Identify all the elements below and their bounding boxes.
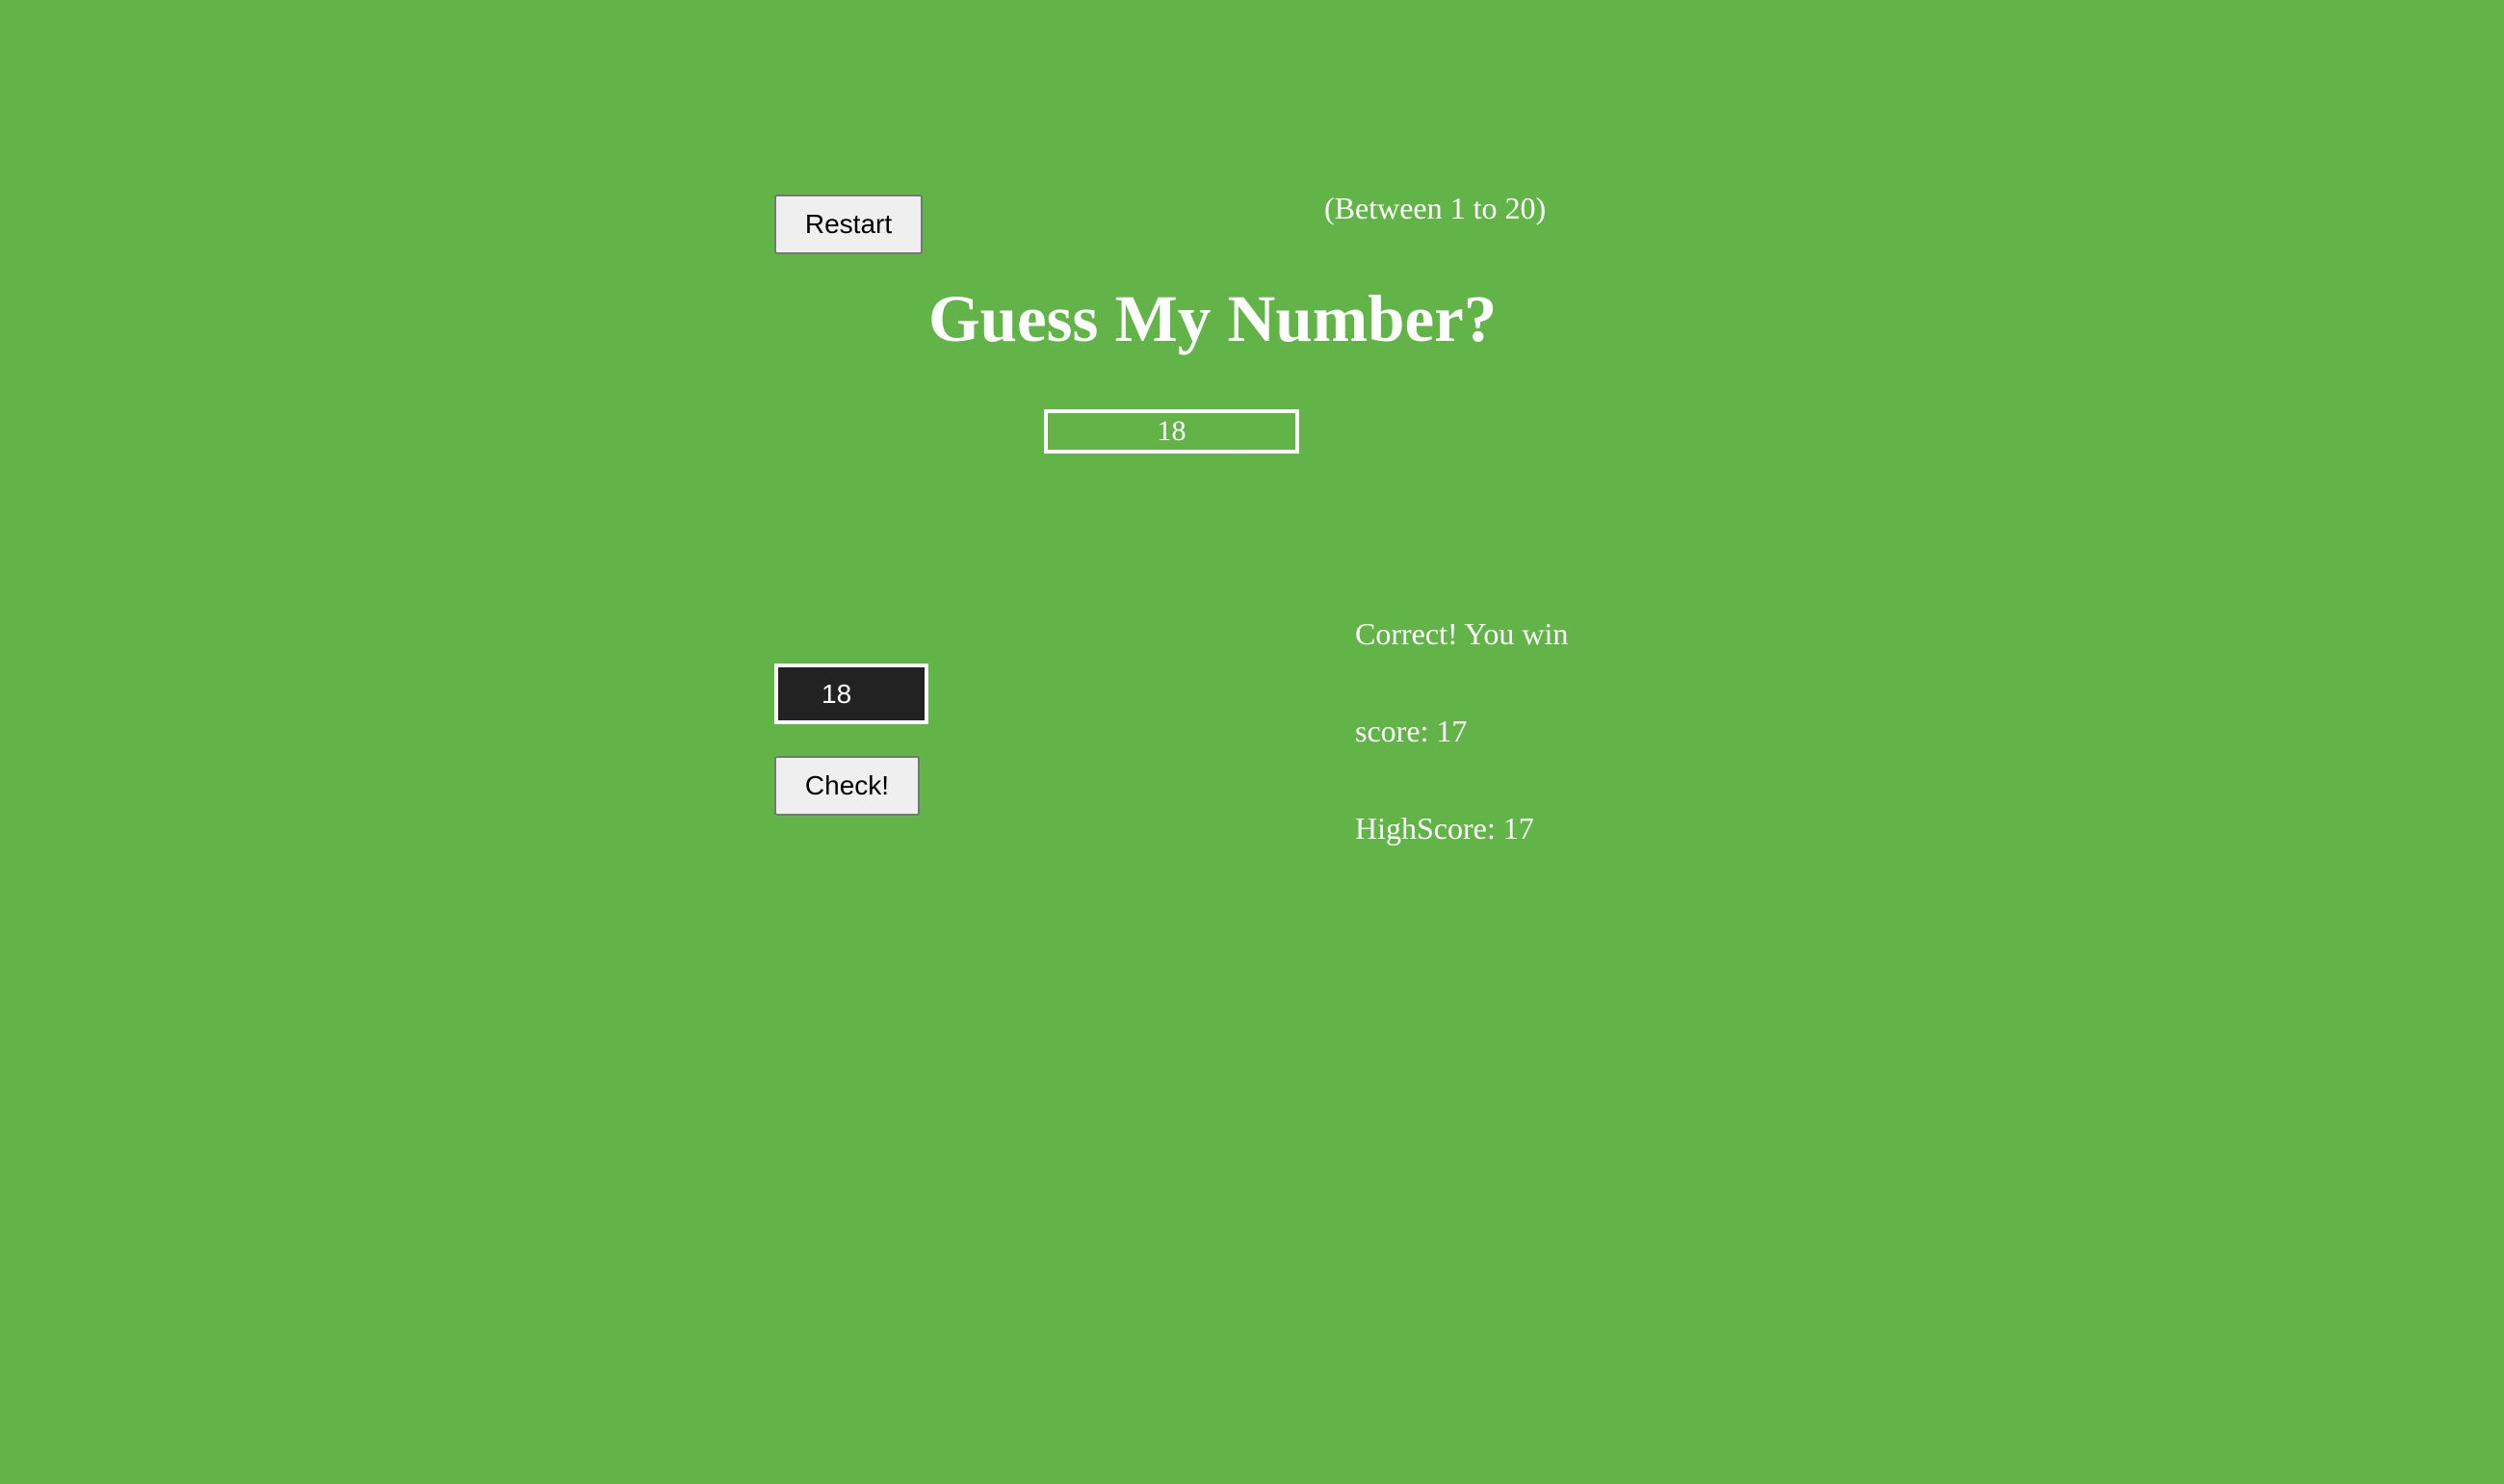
range-hint: (Between 1 to 20) — [1324, 191, 1547, 225]
result-message: Correct! You win — [1355, 616, 1569, 651]
check-button[interactable]: Check! — [774, 756, 920, 816]
guess-input[interactable] — [774, 664, 928, 724]
secret-number-display: 18 — [1044, 409, 1299, 454]
score-label: score: 17 — [1355, 714, 1468, 748]
highscore-label: HighScore: 17 — [1355, 811, 1534, 846]
page-title: Guess My Number? — [928, 282, 1498, 355]
restart-button[interactable]: Restart — [774, 195, 923, 254]
